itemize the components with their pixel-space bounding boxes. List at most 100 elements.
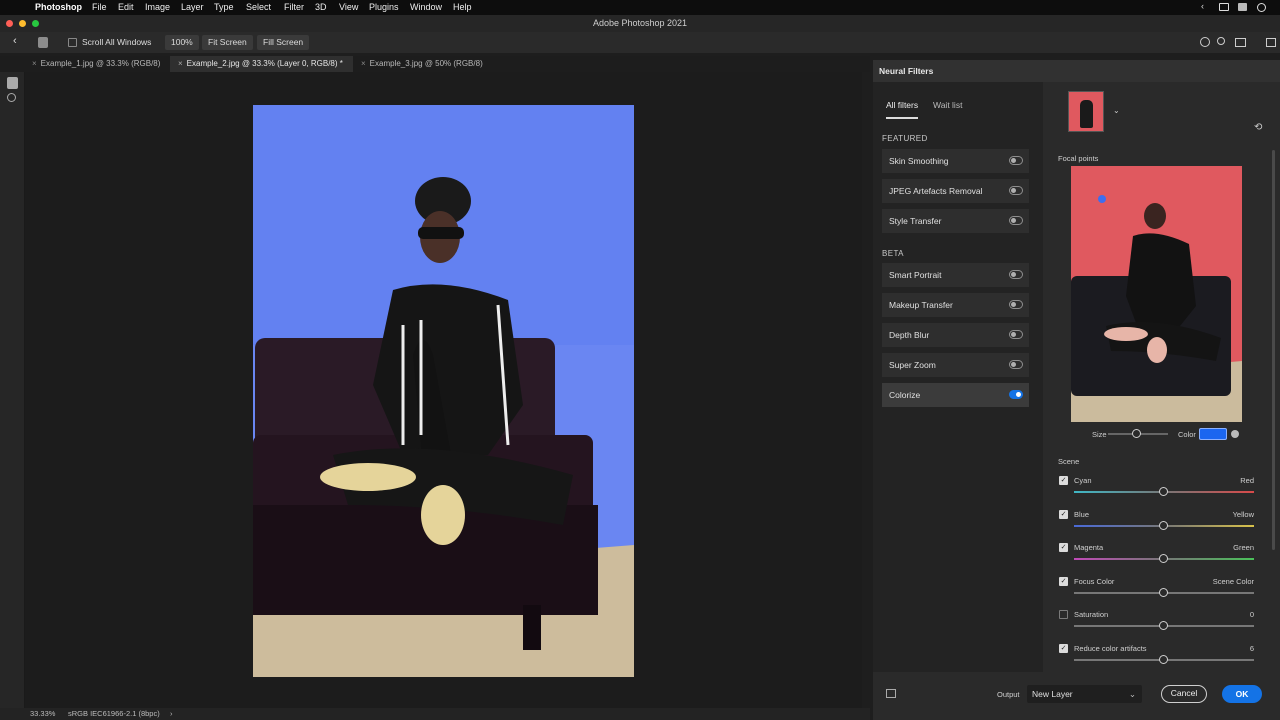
filter-style-transfer[interactable]: Style Transfer: [882, 209, 1029, 233]
slider-knob[interactable]: [1159, 588, 1168, 597]
remove-color-icon[interactable]: [1231, 430, 1239, 438]
ok-button[interactable]: OK: [1222, 685, 1262, 703]
filter-toggle[interactable]: [1009, 186, 1023, 195]
close-tab-icon[interactable]: ×: [32, 59, 37, 68]
tools-toolbar: [0, 72, 25, 708]
filter-label: Depth Blur: [889, 330, 930, 340]
tab-label: Example_2.jpg @ 33.3% (Layer 0, RGB/8) *: [186, 59, 343, 68]
close-tab-icon[interactable]: ×: [178, 59, 183, 68]
preview-shoe-2: [1147, 337, 1167, 363]
slider-knob[interactable]: [1159, 554, 1168, 563]
output-select[interactable]: New Layer ⌄: [1027, 685, 1142, 703]
slider-knob[interactable]: [1159, 487, 1168, 496]
slider-checkbox[interactable]: ✓: [1059, 644, 1068, 653]
tab-all-filters[interactable]: All filters: [886, 100, 918, 110]
close-window-button[interactable]: [6, 20, 13, 27]
zoom-window-button[interactable]: [32, 20, 39, 27]
photo-canvas[interactable]: [253, 105, 634, 677]
filter-toggle[interactable]: [1009, 330, 1023, 339]
search-icon[interactable]: [1217, 37, 1225, 45]
slider-right-label: Red: [1240, 476, 1254, 485]
close-tab-icon[interactable]: ×: [361, 59, 366, 68]
scroll-all-checkbox[interactable]: [68, 38, 77, 47]
tab-example-1[interactable]: × Example_1.jpg @ 33.3% (RGB/8): [24, 56, 170, 72]
filter-makeup-transfer[interactable]: Makeup Transfer: [882, 293, 1029, 317]
menu-window[interactable]: Window: [410, 2, 442, 12]
filter-label: Makeup Transfer: [889, 300, 953, 310]
slider-left-label: Blue: [1074, 510, 1090, 519]
slider-checkbox[interactable]: [1059, 610, 1068, 619]
fill-screen-button[interactable]: Fill Screen: [257, 35, 310, 50]
menu-file[interactable]: File: [92, 2, 107, 12]
filter-super-zoom[interactable]: Super Zoom: [882, 353, 1029, 377]
filter-toggle[interactable]: [1009, 156, 1023, 165]
status-bar: 33.33% sRGB IEC61966-2.1 (8bpc) ›: [0, 708, 870, 720]
minimize-window-button[interactable]: [19, 20, 26, 27]
control-center-icon[interactable]: [1238, 3, 1247, 11]
menu-edit[interactable]: Edit: [118, 2, 134, 12]
menu-image[interactable]: Image: [145, 2, 170, 12]
slider-right-label: Yellow: [1232, 510, 1254, 519]
tab-example-2[interactable]: × Example_2.jpg @ 33.3% (Layer 0, RGB/8) …: [170, 56, 353, 72]
preview-toggle-icon[interactable]: [886, 689, 896, 698]
filter-depth-blur[interactable]: Depth Blur: [882, 323, 1029, 347]
output-label: Output: [997, 690, 1020, 699]
filter-toggle[interactable]: [1009, 216, 1023, 225]
slider-checkbox[interactable]: ✓: [1059, 543, 1068, 552]
zoom-100-button[interactable]: 100%: [165, 35, 199, 50]
app-menu[interactable]: Photoshop: [35, 2, 82, 12]
chevron-down-icon: ⌄: [1128, 689, 1136, 699]
size-slider-knob[interactable]: [1132, 429, 1141, 438]
hand-tool-icon[interactable]: [7, 77, 18, 89]
workspace-icon[interactable]: [1235, 38, 1246, 47]
back-arrow-icon[interactable]: ‹: [1201, 1, 1204, 11]
slider-knob[interactable]: [1159, 521, 1168, 530]
slider-right-label: Scene Color: [1212, 577, 1254, 586]
tab-label: Example_3.jpg @ 50% (RGB/8): [369, 59, 483, 68]
tab-wait-list[interactable]: Wait list: [933, 100, 962, 110]
menu-select[interactable]: Select: [246, 2, 271, 12]
menu-view[interactable]: View: [339, 2, 358, 12]
filter-skin-smoothing[interactable]: Skin Smoothing: [882, 149, 1029, 173]
filter-colorize[interactable]: Colorize: [882, 383, 1029, 407]
preview-thumbnail[interactable]: [1068, 91, 1104, 132]
hand-tool-icon[interactable]: [38, 37, 48, 48]
home-icon[interactable]: ‹: [13, 35, 17, 47]
cancel-button[interactable]: Cancel: [1161, 685, 1207, 703]
panel-scrollbar[interactable]: [1272, 150, 1275, 550]
display-icon[interactable]: [1219, 3, 1229, 11]
slider-knob[interactable]: [1159, 655, 1168, 664]
zoom-level[interactable]: 33.33%: [30, 708, 55, 720]
filter-toggle[interactable]: [1009, 390, 1023, 399]
tab-example-3[interactable]: × Example_3.jpg @ 50% (RGB/8): [353, 56, 493, 72]
menu-help[interactable]: Help: [453, 2, 472, 12]
filter-smart-portrait[interactable]: Smart Portrait: [882, 263, 1029, 287]
menu-3d[interactable]: 3D: [315, 2, 327, 12]
fit-screen-button[interactable]: Fit Screen: [202, 35, 253, 50]
menu-plugins[interactable]: Plugins: [369, 2, 399, 12]
focal-points-label: Focal points: [1058, 154, 1099, 163]
filter-toggle[interactable]: [1009, 300, 1023, 309]
filter-toggle[interactable]: [1009, 360, 1023, 369]
chevron-down-icon[interactable]: ⌄: [1113, 106, 1120, 115]
share-icon[interactable]: [1200, 37, 1210, 47]
slider-checkbox[interactable]: ✓: [1059, 510, 1068, 519]
left-shoe: [320, 463, 416, 491]
panel-arrange-icon[interactable]: [1266, 38, 1276, 47]
menu-layer[interactable]: Layer: [181, 2, 204, 12]
filter-jpeg-artefacts[interactable]: JPEG Artefacts Removal: [882, 179, 1029, 203]
slider-checkbox[interactable]: ✓: [1059, 577, 1068, 586]
slider-knob[interactable]: [1159, 621, 1168, 630]
scroll-all-label: Scroll All Windows: [82, 37, 152, 47]
focal-preview[interactable]: [1071, 166, 1242, 422]
zoom-tool-icon[interactable]: [7, 93, 16, 102]
filter-toggle[interactable]: [1009, 270, 1023, 279]
menu-type[interactable]: Type: [214, 2, 234, 12]
slider-checkbox[interactable]: ✓: [1059, 476, 1068, 485]
status-arrow-icon[interactable]: ›: [170, 708, 173, 720]
preview-shoe: [1104, 327, 1148, 341]
siri-icon[interactable]: [1257, 3, 1266, 12]
reset-icon[interactable]: ⟲: [1254, 122, 1262, 133]
color-swatch[interactable]: [1199, 428, 1227, 440]
menu-filter[interactable]: Filter: [284, 2, 304, 12]
